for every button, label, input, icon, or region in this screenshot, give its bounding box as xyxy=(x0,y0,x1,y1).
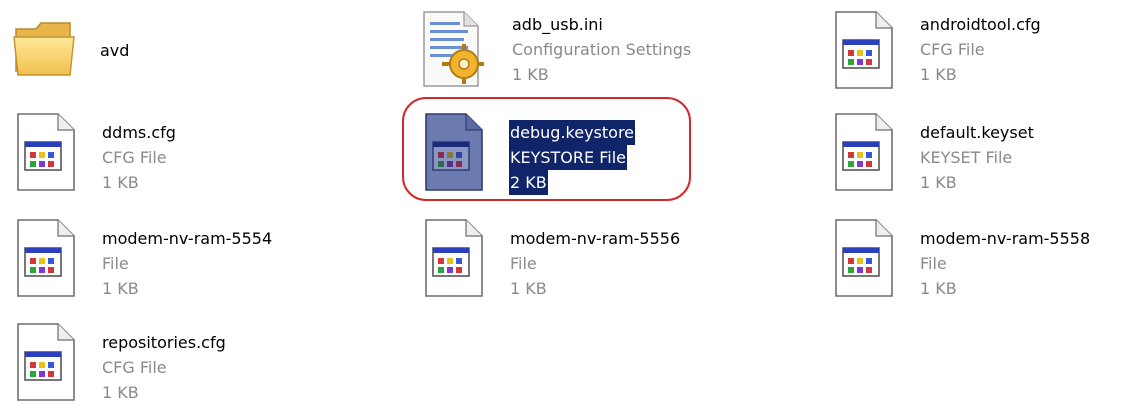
generic-file-icon xyxy=(832,218,898,298)
file-text: modem-nv-ram-5556 File 1 KB xyxy=(510,226,680,301)
file-type: KEYSET File xyxy=(920,148,1013,167)
file-item-avd[interactable]: avd xyxy=(12,10,342,106)
file-size: 1 KB xyxy=(102,173,139,192)
file-item-repositories-cfg[interactable]: repositories.cfg CFG File 1 KB xyxy=(14,322,344,418)
generic-file-icon xyxy=(832,112,898,192)
file-type: File xyxy=(102,254,129,273)
file-name: repositories.cfg xyxy=(102,333,226,352)
file-name: modem-nv-ram-5558 xyxy=(920,229,1091,248)
file-text: androidtool.cfg CFG File 1 KB xyxy=(920,12,1041,87)
file-text: debug.keystore KEYSTORE File 2 KB xyxy=(509,120,636,195)
generic-file-icon xyxy=(14,322,80,402)
file-size: 1 KB xyxy=(512,65,549,84)
file-text: default.keyset KEYSET File 1 KB xyxy=(920,120,1034,195)
config-settings-icon xyxy=(420,10,486,90)
file-type: CFG File xyxy=(102,148,167,167)
file-size: 2 KB xyxy=(509,170,548,195)
file-item-ddms-cfg[interactable]: ddms.cfg CFG File 1 KB xyxy=(14,112,344,208)
generic-file-icon xyxy=(14,218,80,298)
file-name: default.keyset xyxy=(920,123,1034,142)
file-name: debug.keystore xyxy=(509,120,636,145)
file-item-adb-usb-ini[interactable]: adb_usb.ini Configuration Settings 1 KB xyxy=(420,10,750,106)
file-item-modem-nv-ram-5554[interactable]: modem-nv-ram-5554 File 1 KB xyxy=(14,218,344,314)
file-item-androidtool-cfg[interactable]: androidtool.cfg CFG File 1 KB xyxy=(832,10,1121,106)
file-item-modem-nv-ram-5558[interactable]: modem-nv-ram-5558 File 1 KB xyxy=(832,218,1121,314)
file-name: adb_usb.ini xyxy=(512,15,603,34)
file-type: KEYSTORE File xyxy=(509,145,627,170)
file-text: ddms.cfg CFG File 1 KB xyxy=(102,120,176,195)
file-type: Configuration Settings xyxy=(512,40,692,59)
file-text: repositories.cfg CFG File 1 KB xyxy=(102,330,226,405)
file-type: File xyxy=(510,254,537,273)
file-type: CFG File xyxy=(102,358,167,377)
file-size: 1 KB xyxy=(920,65,957,84)
generic-file-icon xyxy=(14,112,80,192)
file-size: 1 KB xyxy=(920,279,957,298)
file-item-debug-keystore[interactable]: debug.keystore KEYSTORE File 2 KB xyxy=(422,112,752,208)
file-text: modem-nv-ram-5554 File 1 KB xyxy=(102,226,272,301)
file-text: avd xyxy=(100,38,129,63)
file-text: adb_usb.ini Configuration Settings 1 KB xyxy=(512,12,691,87)
generic-file-icon xyxy=(832,10,898,90)
file-size: 1 KB xyxy=(102,383,139,402)
file-type: File xyxy=(920,254,947,273)
file-item-default-keyset[interactable]: default.keyset KEYSET File 1 KB xyxy=(832,112,1121,208)
file-name: avd xyxy=(100,41,130,60)
folder-icon xyxy=(12,13,78,93)
file-name: modem-nv-ram-5554 xyxy=(102,229,273,248)
file-text: modem-nv-ram-5558 File 1 KB xyxy=(920,226,1090,301)
file-type: CFG File xyxy=(920,40,985,59)
file-name: ddms.cfg xyxy=(102,123,176,142)
file-item-modem-nv-ram-5556[interactable]: modem-nv-ram-5556 File 1 KB xyxy=(422,218,752,314)
generic-file-icon xyxy=(422,112,488,192)
generic-file-icon xyxy=(422,218,488,298)
file-size: 1 KB xyxy=(920,173,957,192)
file-name: androidtool.cfg xyxy=(920,15,1041,34)
file-size: 1 KB xyxy=(102,279,139,298)
file-size: 1 KB xyxy=(510,279,547,298)
file-name: modem-nv-ram-5556 xyxy=(510,229,681,248)
